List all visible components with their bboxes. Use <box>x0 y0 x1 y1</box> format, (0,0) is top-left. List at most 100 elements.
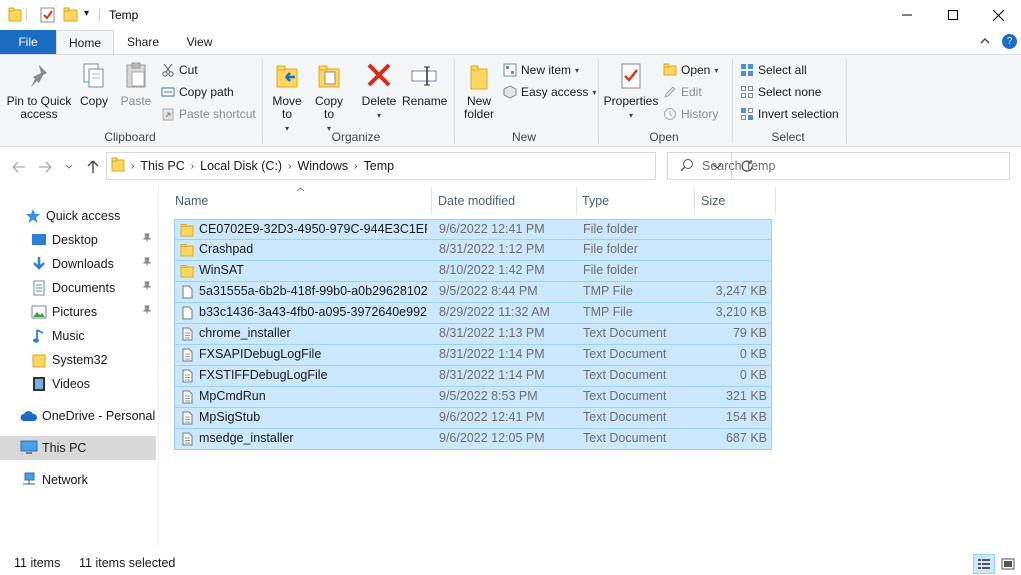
copy-to-button[interactable]: Copy to ▾ <box>310 61 348 135</box>
file-name: MpCmdRun <box>199 389 266 403</box>
close-button[interactable] <box>975 0 1021 30</box>
customize-toolbar-icon[interactable]: ▾ <box>84 8 89 24</box>
help-icon[interactable]: ? <box>1002 34 1017 49</box>
folder-icon[interactable] <box>8 7 22 23</box>
search-box[interactable]: Search Temp <box>667 152 1010 180</box>
nav-onedrive[interactable]: OneDrive - Personal <box>0 404 156 428</box>
file-type: Text Document <box>583 347 667 361</box>
properties-label: Properties <box>603 94 659 108</box>
history-button[interactable]: History <box>663 105 718 123</box>
tab-share[interactable]: Share <box>114 30 172 54</box>
chevron-right-icon[interactable]: › <box>288 161 291 172</box>
nav-pictures[interactable]: Pictures <box>0 300 156 324</box>
copy-button[interactable]: Copy <box>76 61 112 108</box>
file-row[interactable]: WinSAT 8/10/2022 1:42 PM File folder <box>174 261 772 282</box>
move-to-button[interactable]: Move to ▾ <box>268 61 306 135</box>
file-row[interactable]: Crashpad 8/31/2022 1:12 PM File folder <box>174 240 772 261</box>
nav-label: Documents <box>52 281 116 295</box>
paste-button[interactable]: Paste <box>116 61 156 108</box>
breadcrumb-temp[interactable]: Temp <box>364 159 395 173</box>
easy-access-button[interactable]: Easy access ▾ <box>503 83 596 101</box>
invert-selection-label: Invert selection <box>758 107 839 121</box>
nav-downloads[interactable]: Downloads <box>0 252 156 276</box>
up-arrow-icon[interactable] <box>84 158 102 176</box>
nav-music[interactable]: Music <box>0 324 156 348</box>
search-input[interactable]: Search Temp <box>702 159 775 173</box>
file-row[interactable]: MpCmdRun 9/5/2022 8:53 PM Text Document … <box>174 387 772 408</box>
pin-icon <box>142 280 152 294</box>
breadcrumb-local-disk[interactable]: Local Disk (C:) <box>200 159 282 173</box>
file-row[interactable]: CE0702E9-32D3-4950-979C-944E3C1EF91... 9… <box>174 219 772 240</box>
selection-count: 11 items selected <box>79 556 176 570</box>
large-icons-view-icon[interactable] <box>997 554 1019 574</box>
invert-selection-icon <box>741 108 753 120</box>
chevron-right-icon[interactable]: › <box>131 161 134 172</box>
open-button[interactable]: Open ▾ <box>663 61 718 79</box>
nav-system32[interactable]: System32 <box>0 348 156 372</box>
nav-network[interactable]: Network <box>0 468 156 492</box>
chevron-down-icon: ▾ <box>575 65 580 75</box>
select-all-button[interactable]: Select all <box>740 61 807 79</box>
details-view-icon[interactable] <box>973 554 995 574</box>
file-name: CE0702E9-32D3-4950-979C-944E3C1EF91... <box>199 222 427 236</box>
cut-button[interactable]: Cut <box>161 61 198 79</box>
file-row[interactable]: MpSigStub 9/6/2022 12:41 PM Text Documen… <box>174 408 772 429</box>
column-header-date[interactable]: Date modified <box>433 187 577 215</box>
desktop-icon <box>30 232 48 248</box>
file-date: 8/31/2022 1:13 PM <box>439 326 545 340</box>
forward-arrow-icon[interactable] <box>36 158 54 176</box>
nav-this-pc[interactable]: This PC <box>0 436 156 460</box>
column-header-label: Name <box>175 194 209 208</box>
select-all-icon <box>741 64 753 76</box>
new-folder-icon[interactable] <box>63 7 79 23</box>
rename-button[interactable]: Rename <box>402 61 447 108</box>
nav-label: Quick access <box>46 209 121 223</box>
breadcrumb-windows[interactable]: Windows <box>297 159 348 173</box>
column-header-type[interactable]: Type <box>577 187 695 215</box>
file-row[interactable]: b33c1436-3a43-4fb0-a095-3972640e9925....… <box>174 303 772 324</box>
maximize-button[interactable] <box>930 0 976 30</box>
tab-view[interactable]: View <box>172 30 227 54</box>
file-row[interactable]: FXSAPIDebugLogFile 8/31/2022 1:14 PM Tex… <box>174 345 772 366</box>
column-header-size[interactable]: Size <box>696 187 776 215</box>
invert-selection-button[interactable]: Invert selection <box>740 105 839 123</box>
new-item-button[interactable]: New item ▾ <box>503 61 579 79</box>
file-size: 321 KB <box>725 389 767 403</box>
rename-icon <box>411 66 437 86</box>
nav-documents[interactable]: Documents <box>0 276 156 300</box>
new-folder-button[interactable]: New folder <box>460 61 498 121</box>
file-row[interactable]: FXSTIFFDebugLogFile 8/31/2022 1:14 PM Te… <box>174 366 772 387</box>
move-to-icon <box>276 65 298 88</box>
properties-button[interactable]: Properties ▾ <box>602 61 660 122</box>
chevron-right-icon[interactable]: › <box>354 161 357 172</box>
nav-quick-access[interactable]: Quick access <box>0 204 156 228</box>
address-bar[interactable]: › This PC › Local Disk (C:) › Windows › … <box>106 152 753 180</box>
select-none-button[interactable]: Select none <box>740 83 821 101</box>
properties-icon[interactable] <box>40 7 56 23</box>
nav-desktop[interactable]: Desktop <box>0 228 156 252</box>
minimize-button[interactable] <box>884 0 930 30</box>
file-type: File folder <box>583 242 638 256</box>
tab-home[interactable]: Home <box>56 30 114 55</box>
file-row[interactable]: msedge_installer 9/6/2022 12:05 PM Text … <box>174 429 772 450</box>
videos-icon <box>30 376 48 392</box>
recent-locations-icon[interactable] <box>60 158 78 176</box>
back-arrow-icon[interactable] <box>10 158 28 176</box>
copy-path-button[interactable]: Copy path <box>161 83 234 101</box>
delete-button[interactable]: Delete ▾ <box>358 61 400 122</box>
collapse-ribbon-icon[interactable] <box>979 35 991 50</box>
chevron-down-icon: ▾ <box>628 111 633 120</box>
pane-splitter[interactable] <box>158 186 159 546</box>
file-row[interactable]: 5a31555a-6b2b-418f-99b0-a0b296281027....… <box>174 282 772 303</box>
column-header-label: Type <box>582 194 610 208</box>
chevron-right-icon[interactable]: › <box>191 161 194 172</box>
tab-file[interactable]: File <box>0 30 56 54</box>
pin-to-quick-access-button[interactable]: Pin to Quick access <box>4 61 74 121</box>
nav-videos[interactable]: Videos <box>0 372 156 396</box>
edit-button[interactable]: Edit <box>663 83 702 101</box>
paste-shortcut-button[interactable]: Paste shortcut <box>161 105 256 123</box>
window-title: Temp <box>109 8 139 22</box>
column-header-name[interactable]: Name <box>170 187 432 215</box>
breadcrumb-this-pc[interactable]: This PC <box>140 159 184 173</box>
file-row[interactable]: chrome_installer 8/31/2022 1:13 PM Text … <box>174 324 772 345</box>
